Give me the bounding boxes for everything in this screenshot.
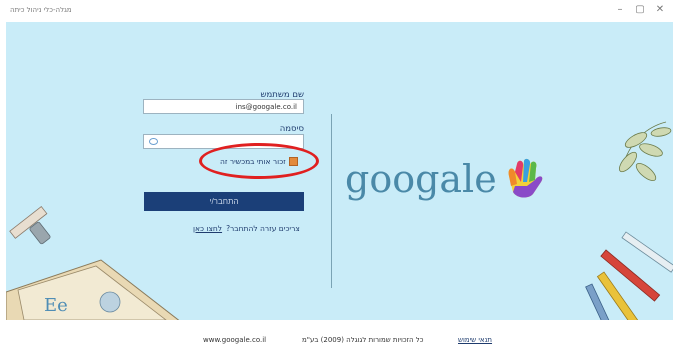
username-input[interactable]: ins@googale.co.il xyxy=(143,99,304,114)
eye-icon[interactable] xyxy=(149,138,158,145)
help-line: צריכים עזרה להתחבר? לחצו כאן xyxy=(193,224,300,233)
background-illustrations: Ee xyxy=(6,121,673,320)
footer-copyright: כל הזכויות שמורות לגוגלה (2009) בע"מ xyxy=(302,336,424,344)
minimize-button[interactable]: – xyxy=(613,4,627,16)
book-illustration: Ee xyxy=(6,259,180,320)
leaves-illustration xyxy=(618,121,672,182)
maximize-button[interactable]: ▢ xyxy=(633,4,647,16)
googale-logo: googale xyxy=(345,157,549,201)
login-background: Ee googale xyxy=(6,22,673,320)
username-value: ins@googale.co.il xyxy=(235,103,297,111)
hand-logo-icon xyxy=(508,158,543,198)
terms-of-use-link[interactable]: תנאי שימוש xyxy=(458,336,492,344)
hammer-illustration xyxy=(9,205,51,245)
login-button[interactable]: התחבר/י xyxy=(144,192,304,211)
password-label: סיסמה xyxy=(279,124,304,134)
app-title: מגלה-כלי ניהול כיתה xyxy=(10,6,72,14)
svg-text:Ee: Ee xyxy=(44,295,68,316)
help-text: צריכים עזרה להתחבר? xyxy=(226,224,300,233)
close-button[interactable]: ✕ xyxy=(653,4,667,16)
footer-site-link[interactable]: www.googale.co.il xyxy=(203,336,266,344)
highlight-circle xyxy=(199,143,319,179)
crayons-illustration xyxy=(585,231,673,320)
title-bar: מגלה-כלי ניהול כיתה – ▢ ✕ xyxy=(0,0,673,22)
divider xyxy=(331,114,332,288)
help-link[interactable]: לחצו כאן xyxy=(193,224,222,233)
logo-wordmark: googale xyxy=(345,157,497,201)
